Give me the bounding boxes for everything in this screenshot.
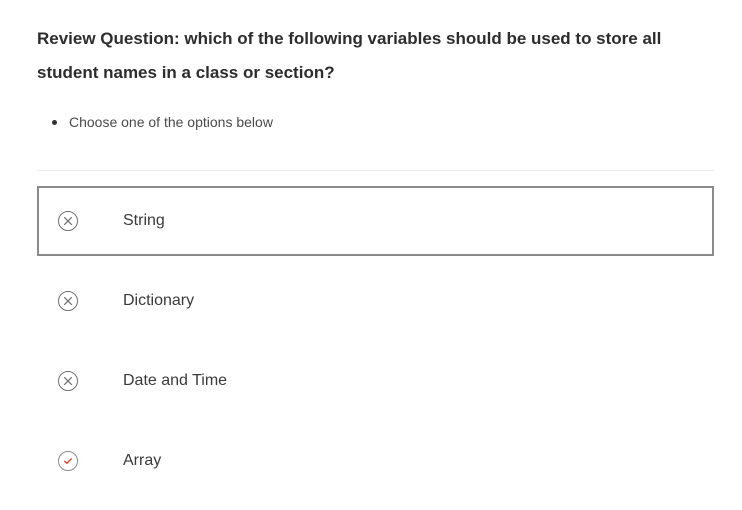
bullet-icon (52, 120, 57, 125)
answer-option-string[interactable]: String (37, 186, 714, 256)
instruction-text: Choose one of the options below (69, 114, 273, 130)
answer-option-dictionary[interactable]: Dictionary (37, 266, 714, 336)
x-circle-icon (58, 371, 78, 391)
x-circle-icon (58, 211, 78, 231)
check-circle-icon (58, 451, 78, 471)
answer-option-label: Dictionary (123, 292, 195, 309)
x-circle-icon (58, 291, 78, 311)
answer-option-date-and-time[interactable]: Date and Time (37, 346, 714, 416)
answer-options: String Dictionary Date and Time Array (37, 186, 714, 506)
instruction-item: Choose one of the options below (37, 112, 273, 132)
answer-option-label: String (123, 212, 165, 229)
answer-option-label: Array (123, 452, 162, 469)
divider (37, 170, 714, 171)
question-text: Review Question: which of the following … (37, 29, 662, 82)
answer-option-label: Date and Time (123, 372, 228, 389)
answer-option-array[interactable]: Array (37, 426, 714, 496)
instructions-list: Choose one of the options below (37, 112, 273, 132)
